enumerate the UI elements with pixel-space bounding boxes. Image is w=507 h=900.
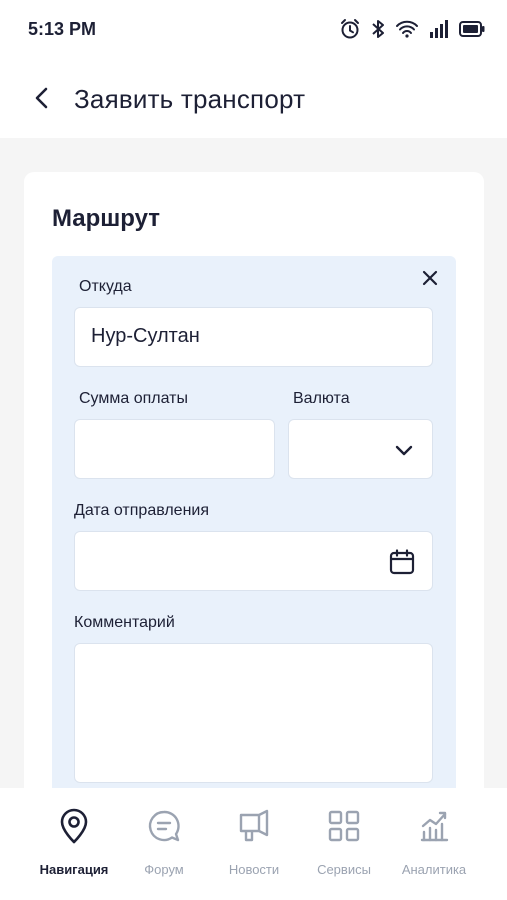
status-time: 5:13 PM bbox=[28, 19, 97, 39]
close-button[interactable] bbox=[418, 268, 442, 292]
megaphone-icon bbox=[238, 809, 270, 848]
bottom-nav: Навигация Форум Новости Сервисы Аналитик… bbox=[0, 788, 507, 900]
close-icon bbox=[422, 270, 438, 291]
currency-select[interactable] bbox=[288, 419, 433, 479]
route-card: Маршрут Откуда Нур-Султан Сумма оплаты В… bbox=[24, 172, 484, 816]
wifi-icon bbox=[395, 19, 419, 39]
route-form: Откуда Нур-Султан Сумма оплаты Валюта Да… bbox=[52, 256, 456, 816]
back-button[interactable] bbox=[26, 84, 58, 116]
page-title: Заявить транспорт bbox=[74, 84, 306, 114]
alarm-icon bbox=[339, 18, 361, 40]
from-value: Нур-Султан bbox=[91, 325, 200, 347]
grid-icon bbox=[328, 810, 360, 847]
amount-input[interactable] bbox=[74, 419, 275, 479]
app-header: Заявить транспорт bbox=[0, 60, 507, 138]
comment-label: Комментарий bbox=[74, 614, 175, 631]
calendar-icon[interactable] bbox=[388, 548, 416, 576]
bluetooth-icon bbox=[371, 18, 385, 40]
nav-label-forum: Форум bbox=[144, 862, 184, 877]
nav-item-analytics[interactable]: Аналитика bbox=[384, 808, 484, 877]
comment-textarea[interactable] bbox=[74, 643, 433, 783]
chat-icon bbox=[147, 809, 181, 848]
nav-item-news[interactable]: Новости bbox=[204, 808, 304, 877]
section-title: Маршрут bbox=[52, 205, 161, 232]
signal-icon bbox=[429, 20, 449, 38]
currency-label: Валюта bbox=[293, 390, 350, 407]
from-label: Откуда bbox=[79, 278, 132, 295]
nav-label-analytics: Аналитика bbox=[401, 862, 467, 877]
nav-item-services[interactable]: Сервисы bbox=[294, 808, 394, 877]
departure-date-input[interactable] bbox=[74, 531, 433, 591]
from-input[interactable]: Нур-Султан bbox=[74, 307, 433, 367]
chevron-down-icon bbox=[394, 440, 414, 460]
map-pin-icon bbox=[59, 808, 89, 849]
chevron-left-icon bbox=[34, 86, 50, 115]
departure-date-label: Дата отправления bbox=[74, 502, 210, 519]
nav-label-services: Сервисы bbox=[317, 862, 371, 877]
nav-label-news: Новости bbox=[228, 862, 280, 877]
status-icons bbox=[339, 18, 485, 40]
chart-icon bbox=[419, 810, 449, 847]
nav-label-navigation: Навигация bbox=[39, 862, 109, 877]
battery-icon bbox=[459, 21, 485, 37]
status-bar: 5:13 PM bbox=[0, 0, 507, 60]
nav-item-forum[interactable]: Форум bbox=[114, 808, 214, 877]
amount-label: Сумма оплаты bbox=[79, 390, 188, 407]
nav-item-navigation[interactable]: Навигация bbox=[24, 808, 124, 877]
